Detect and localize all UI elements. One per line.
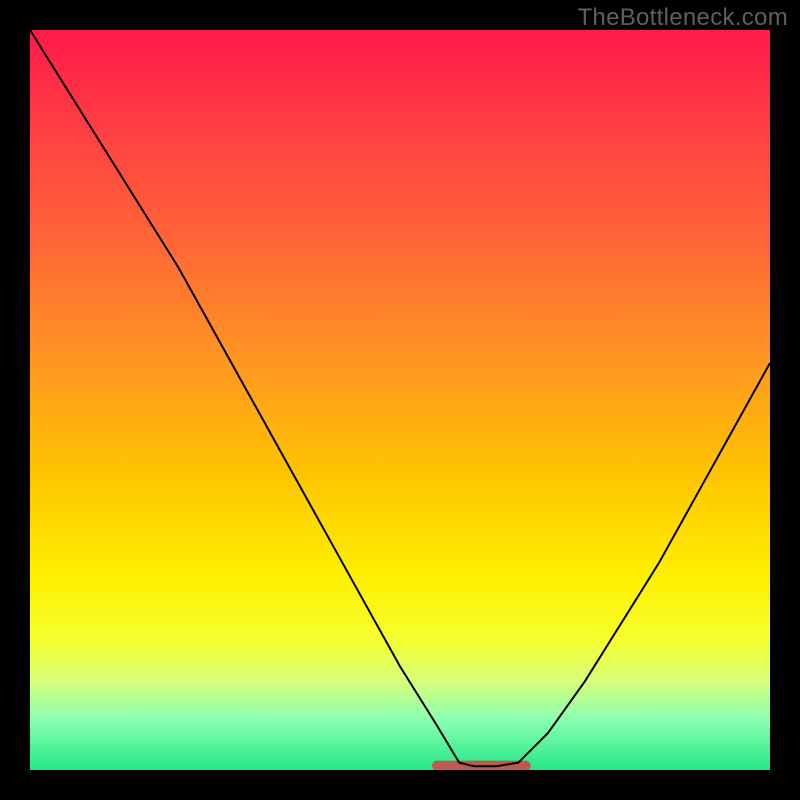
chart-frame: TheBottleneck.com — [0, 0, 800, 800]
curve-line — [30, 30, 770, 766]
bottleneck-curve — [30, 30, 770, 770]
plot-area — [30, 30, 770, 770]
watermark-text: TheBottleneck.com — [577, 4, 788, 32]
